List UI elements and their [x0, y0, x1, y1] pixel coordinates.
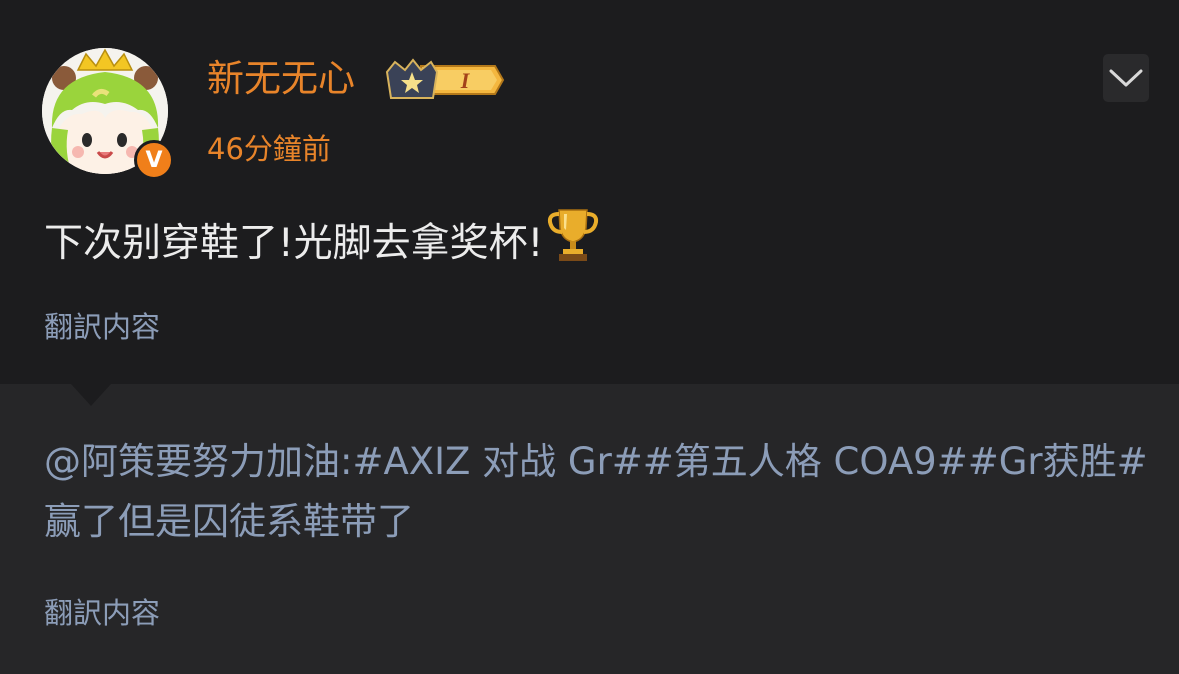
- repost-pointer: [71, 384, 111, 406]
- crown-star-badge-icon[interactable]: I: [383, 56, 505, 104]
- verified-badge-icon: V: [134, 140, 174, 180]
- avatar[interactable]: V: [42, 48, 174, 180]
- repost-text: @阿策要努力加油:#AXIZ 对战 Gr##第五人格 COA9##Gr获胜#赢了…: [44, 432, 1154, 552]
- chevron-down-icon: [1109, 69, 1143, 87]
- repost-mention-link[interactable]: @阿策要努力加油: [44, 440, 340, 483]
- post-card: [0, 0, 1179, 384]
- translate-button[interactable]: 翻訳内容: [44, 305, 160, 349]
- trophy-icon: [547, 206, 599, 278]
- repost-separator: :: [340, 440, 353, 483]
- rank-badge-numeral: I: [460, 68, 471, 93]
- post-content: 下次别穿鞋了!光脚去拿奖杯!: [44, 206, 599, 278]
- username[interactable]: 新无无心: [207, 52, 355, 106]
- post-timestamp[interactable]: 46分鐘前: [207, 127, 331, 171]
- post-menu-button[interactable]: [1103, 54, 1149, 102]
- repost-translate-button[interactable]: 翻訳内容: [44, 591, 160, 635]
- post-content-text: 下次别穿鞋了!光脚去拿奖杯!: [44, 221, 544, 266]
